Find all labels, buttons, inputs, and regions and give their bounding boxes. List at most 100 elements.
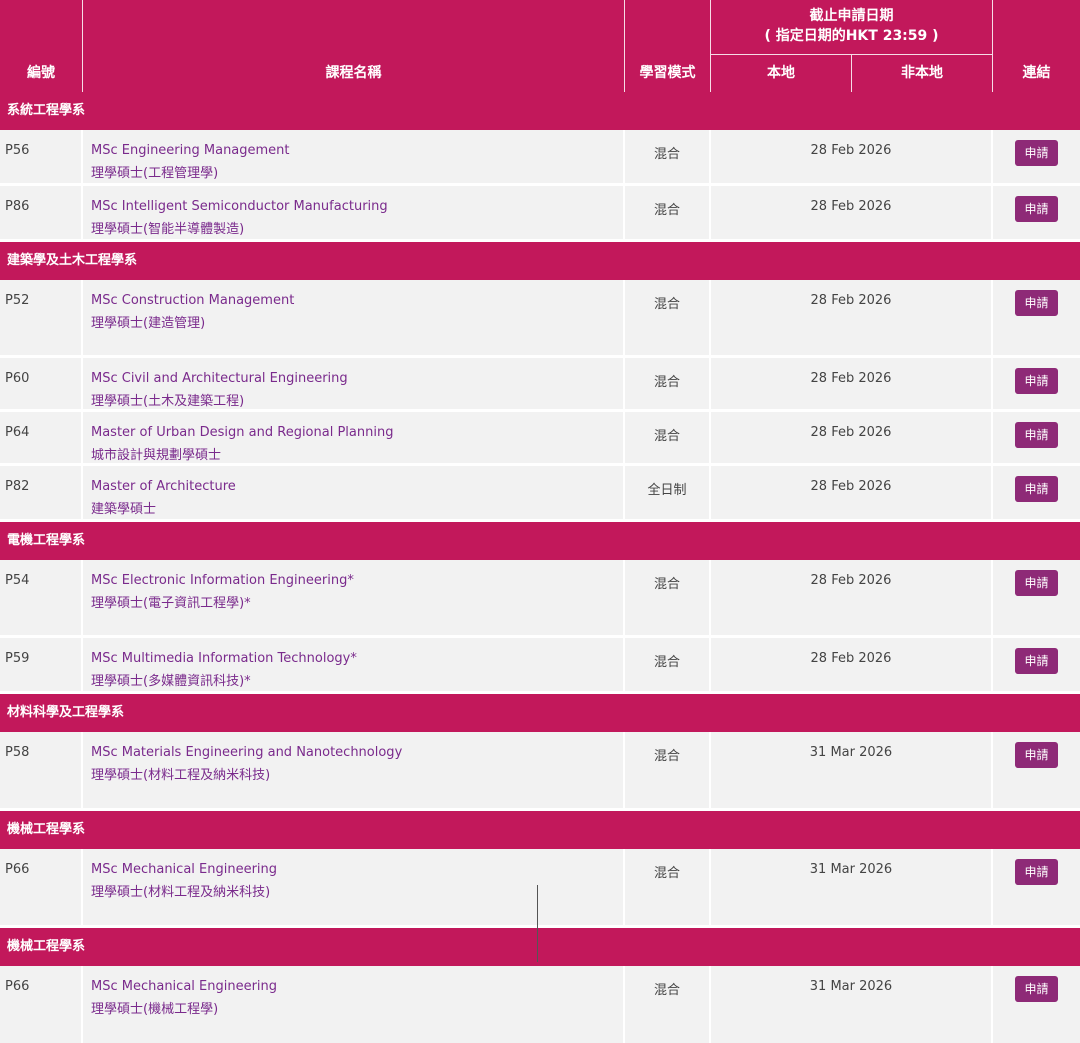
section-header: 材料科學及工程學系 [0, 694, 1080, 732]
header-name: 課程名稱 [83, 0, 625, 92]
program-name-zh[interactable]: 理學碩士(多媒體資訊科技)* [91, 670, 251, 689]
program-code: P56 [5, 143, 30, 158]
program-name-en[interactable]: MSc Engineering Management [91, 143, 290, 158]
table-row: P66 MSc Mechanical Engineering 理學碩士(機械工程… [0, 966, 1080, 1043]
program-code: P86 [5, 199, 30, 214]
table-row: P52 MSc Construction Management 理學碩士(建造管… [0, 280, 1080, 358]
program-code: P60 [5, 371, 30, 386]
study-mode: 混合 [653, 655, 680, 670]
program-name-zh[interactable]: 理學碩士(電子資訊工程學)* [91, 592, 251, 611]
study-mode: 混合 [653, 429, 680, 444]
apply-button[interactable]: 申請 [1015, 476, 1058, 502]
program-name-zh[interactable]: 理學碩士(土木及建築工程) [91, 390, 244, 409]
study-mode: 混合 [653, 203, 680, 218]
section-header: 機械工程學系 [0, 928, 1080, 966]
study-mode: 混合 [653, 147, 680, 162]
study-mode: 混合 [653, 297, 680, 312]
header-nonlocal-label: 非本地 [901, 65, 943, 81]
apply-button[interactable]: 申請 [1015, 859, 1058, 885]
program-name-zh[interactable]: 建築學碩士 [91, 498, 156, 517]
study-mode: 混合 [653, 375, 680, 390]
apply-button[interactable]: 申請 [1015, 290, 1058, 316]
program-code: P82 [5, 479, 30, 494]
apply-button[interactable]: 申請 [1015, 196, 1058, 222]
program-code: P52 [5, 293, 30, 308]
study-mode: 混合 [653, 983, 680, 998]
deadline-date: 28 Feb 2026 [810, 143, 892, 158]
apply-button[interactable]: 申請 [1015, 140, 1058, 166]
deadline-date: 31 Mar 2026 [809, 862, 893, 877]
study-mode: 混合 [653, 866, 680, 881]
deadline-date: 31 Mar 2026 [809, 979, 893, 994]
study-mode: 混合 [653, 749, 680, 764]
program-code: P58 [5, 745, 30, 760]
program-name-en[interactable]: MSc Intelligent Semiconductor Manufactur… [91, 199, 388, 214]
program-code: P66 [5, 979, 30, 994]
header-name-label: 課程名稱 [325, 65, 382, 81]
apply-button[interactable]: 申請 [1015, 742, 1058, 768]
table-header: 編號 課程名稱 學習模式 截止申請日期 ( 指定日期的HKT 23:59 ) 本… [0, 0, 1080, 92]
program-name-zh[interactable]: 理學碩士(工程管理學) [91, 162, 218, 181]
deadline-date: 28 Feb 2026 [810, 371, 892, 386]
apply-button[interactable]: 申請 [1015, 976, 1058, 1002]
section-header: 系統工程學系 [0, 92, 1080, 130]
table-row: P58 MSc Materials Engineering and Nanote… [0, 732, 1080, 811]
table-row: P66 MSc Mechanical Engineering 理學碩士(材料工程… [0, 849, 1080, 928]
program-name-en[interactable]: Master of Architecture [91, 479, 236, 494]
table-row: P64 Master of Urban Design and Regional … [0, 412, 1080, 466]
deadline-date: 28 Feb 2026 [810, 651, 892, 666]
program-name-zh[interactable]: 城市設計與規劃學碩士 [91, 444, 221, 463]
section-header: 建築學及土木工程學系 [0, 242, 1080, 280]
header-deadline-line1: 截止申請日期 [809, 8, 894, 24]
section-header: 電機工程學系 [0, 522, 1080, 560]
deadline-date: 28 Feb 2026 [810, 425, 892, 440]
header-local: 本地 [711, 55, 852, 92]
study-mode: 全日制 [647, 483, 687, 498]
program-name-zh[interactable]: 理學碩士(材料工程及納米科技) [91, 764, 270, 783]
program-name-zh[interactable]: 理學碩士(機械工程學) [91, 998, 218, 1017]
program-name-en[interactable]: MSc Electronic Information Engineering* [91, 573, 354, 588]
header-mode: 學習模式 [625, 0, 711, 92]
deadline-date: 28 Feb 2026 [810, 199, 892, 214]
program-code: P64 [5, 425, 30, 440]
program-name-zh[interactable]: 理學碩士(智能半導體製造) [91, 218, 244, 237]
program-name-en[interactable]: MSc Mechanical Engineering [91, 979, 277, 994]
header-mode-label: 學習模式 [639, 65, 696, 81]
header-local-label: 本地 [767, 65, 795, 81]
table-row: P82 Master of Architecture 建築學碩士 全日制 28 … [0, 466, 1080, 522]
program-code: P59 [5, 651, 30, 666]
program-name-zh[interactable]: 理學碩士(建造管理) [91, 312, 205, 331]
deadline-date: 28 Feb 2026 [810, 573, 892, 588]
apply-button[interactable]: 申請 [1015, 422, 1058, 448]
header-link: 連結 [993, 0, 1080, 92]
program-name-en[interactable]: MSc Materials Engineering and Nanotechno… [91, 745, 402, 760]
apply-button[interactable]: 申請 [1015, 368, 1058, 394]
header-link-label: 連結 [1022, 65, 1051, 81]
table-row: P59 MSc Multimedia Information Technolog… [0, 638, 1080, 694]
table-row: P86 MSc Intelligent Semiconductor Manufa… [0, 186, 1080, 242]
deadline-date: 28 Feb 2026 [810, 293, 892, 308]
table-row: P60 MSc Civil and Architectural Engineer… [0, 358, 1080, 412]
section-header: 機械工程學系 [0, 811, 1080, 849]
program-name-en[interactable]: MSc Mechanical Engineering [91, 862, 277, 877]
header-deadline: 截止申請日期 ( 指定日期的HKT 23:59 ) [711, 0, 993, 55]
header-nonlocal: 非本地 [852, 55, 993, 92]
program-code: P66 [5, 862, 30, 877]
program-name-zh[interactable]: 理學碩士(材料工程及納米科技) [91, 881, 270, 900]
deadline-date: 28 Feb 2026 [810, 479, 892, 494]
header-code-label: 編號 [27, 65, 55, 81]
program-name-en[interactable]: MSc Construction Management [91, 293, 294, 308]
header-deadline-line2: ( 指定日期的HKT 23:59 ) [764, 28, 939, 44]
program-name-en[interactable]: MSc Multimedia Information Technology* [91, 651, 357, 666]
apply-button[interactable]: 申請 [1015, 570, 1058, 596]
program-code: P54 [5, 573, 30, 588]
study-mode: 混合 [653, 577, 680, 592]
deadline-date: 31 Mar 2026 [809, 745, 893, 760]
apply-button[interactable]: 申請 [1015, 648, 1058, 674]
program-name-en[interactable]: Master of Urban Design and Regional Plan… [91, 425, 393, 440]
program-name-en[interactable]: MSc Civil and Architectural Engineering [91, 371, 348, 386]
table-row: P56 MSc Engineering Management 理學碩士(工程管理… [0, 130, 1080, 186]
header-code: 編號 [0, 0, 83, 92]
overlay-divider-line [537, 885, 538, 962]
table-row: P54 MSc Electronic Information Engineeri… [0, 560, 1080, 638]
